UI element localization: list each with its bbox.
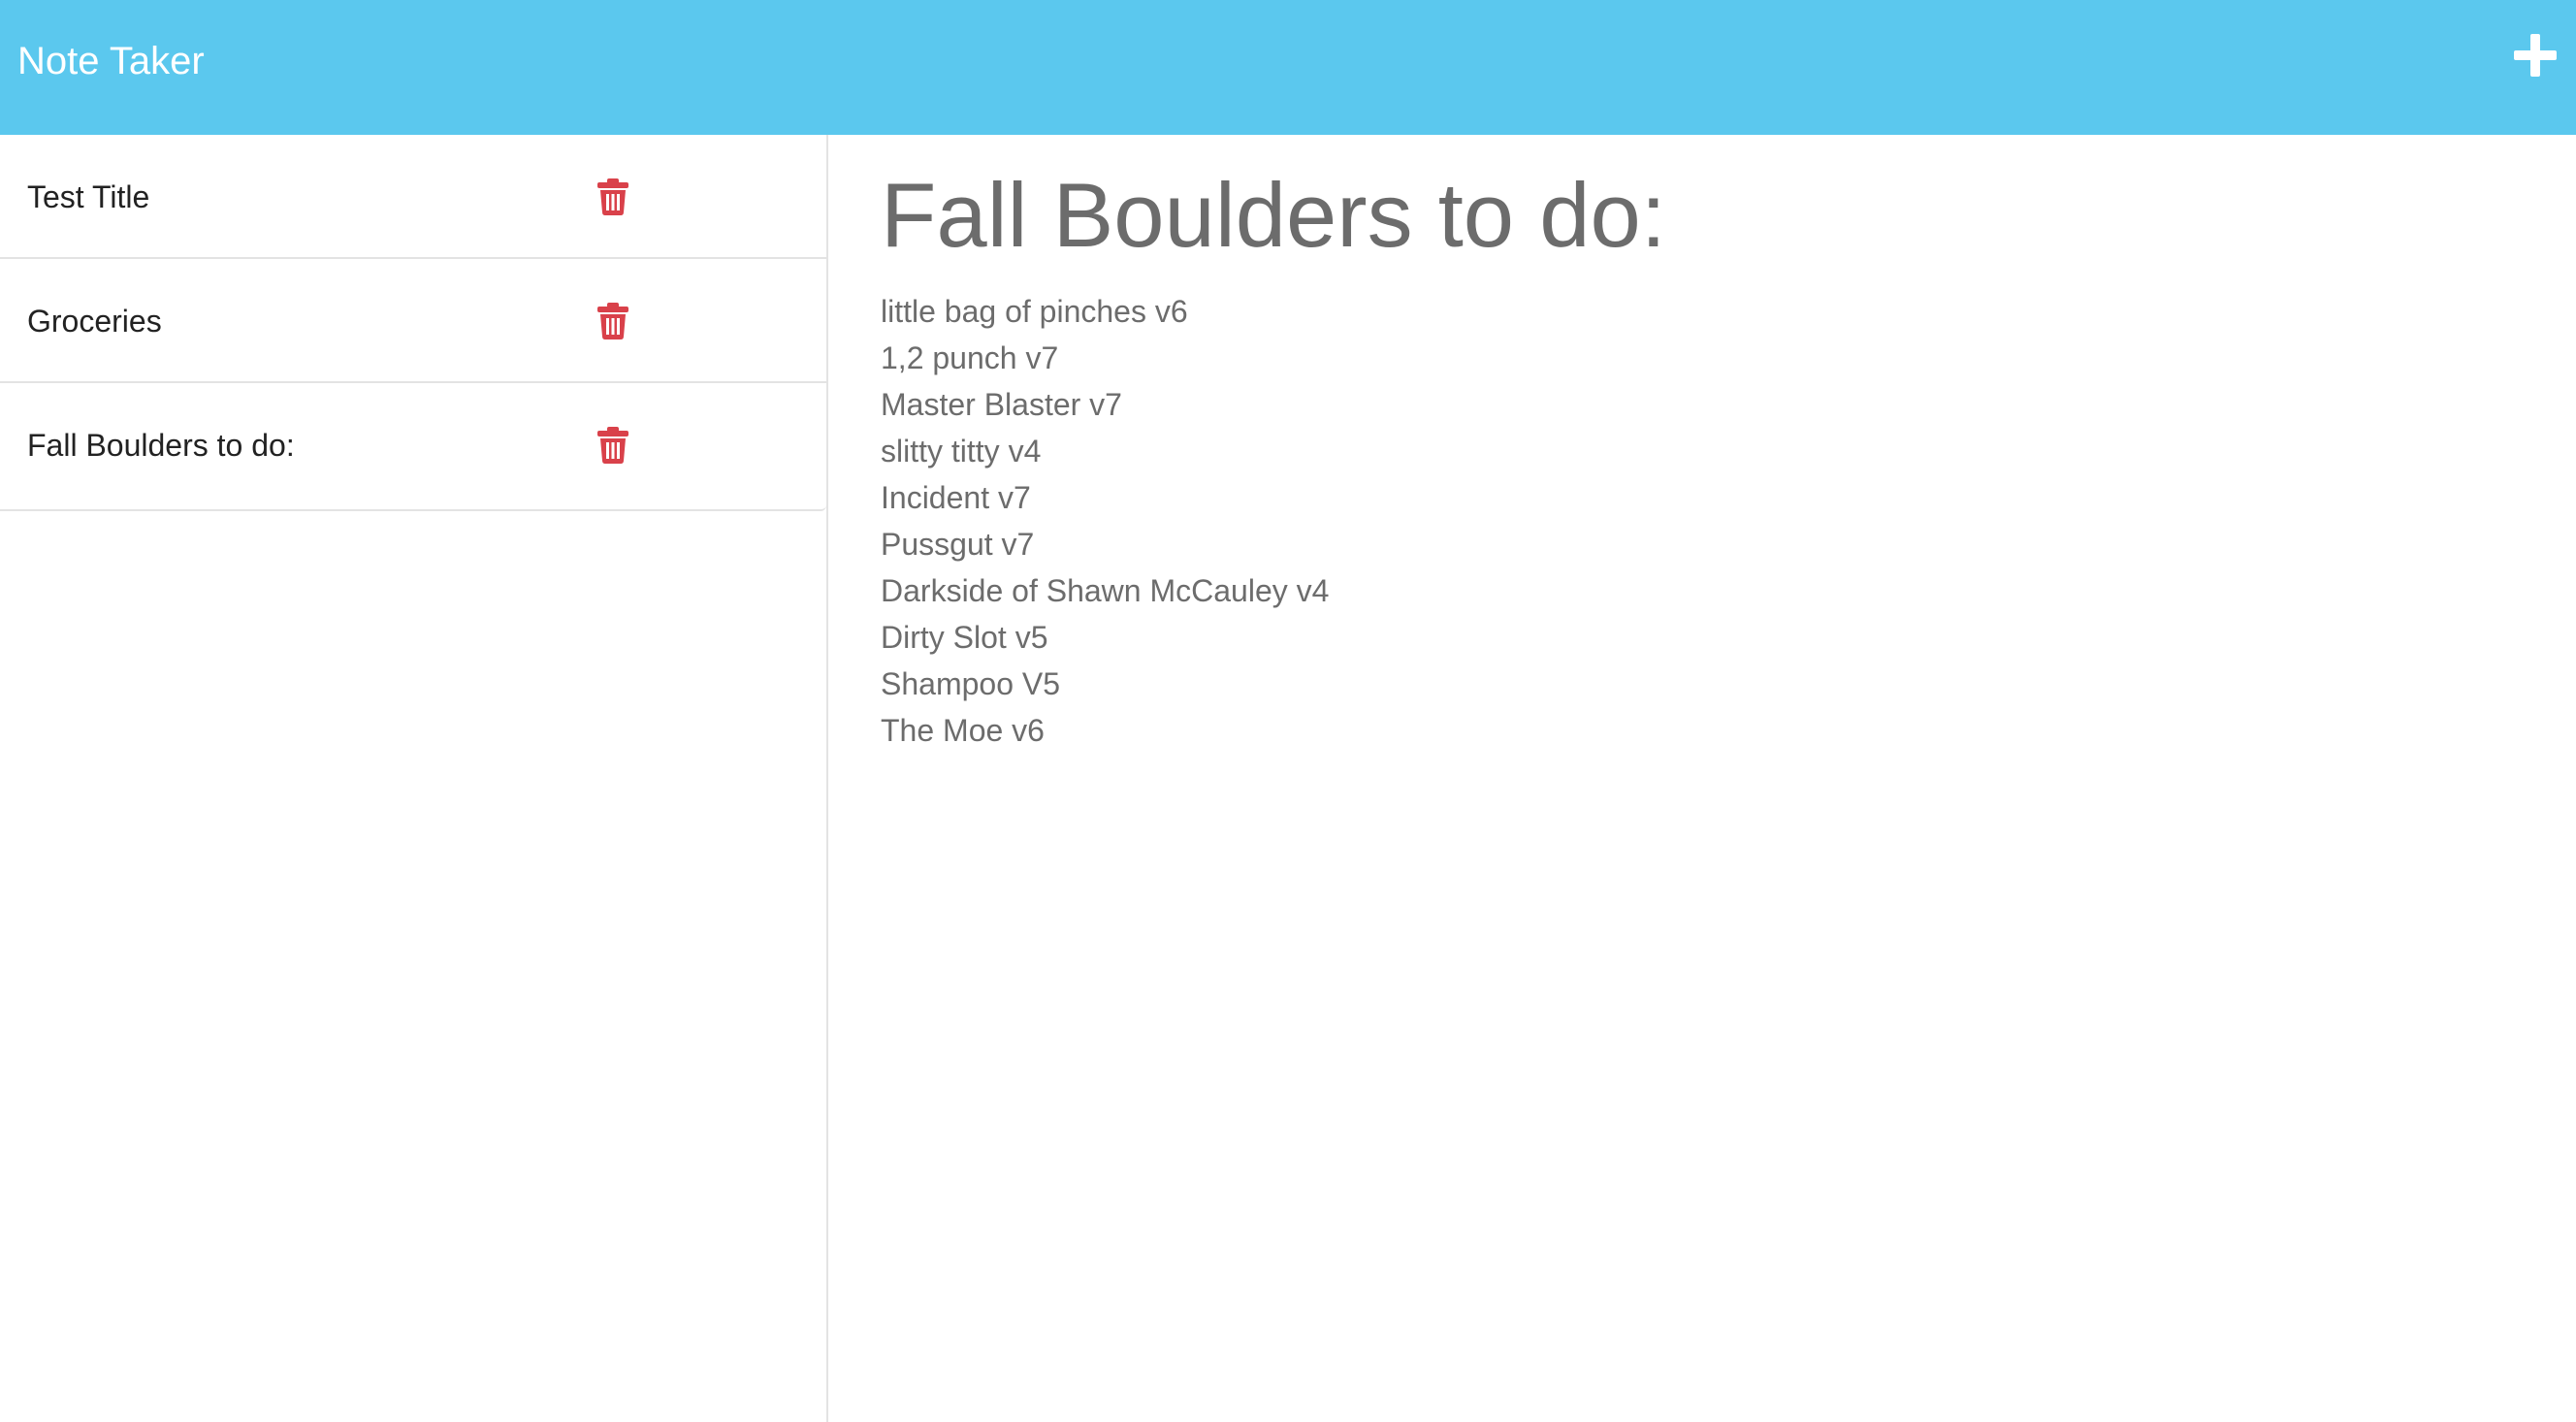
plus-icon	[2510, 30, 2560, 81]
note-list-item[interactable]: Test Title	[0, 135, 826, 259]
app-title[interactable]: Note Taker	[17, 0, 205, 122]
note-text-line: slitty titty v4	[881, 434, 1042, 469]
note-title-field[interactable]: Fall Boulders to do:	[881, 162, 1666, 269]
note-list-item-title: Fall Boulders to do:	[27, 428, 295, 463]
notes-sidebar: Test Title Groceries Fall Boulders to do…	[0, 135, 828, 1422]
note-list-item-active[interactable]: Fall Boulders to do:	[0, 383, 826, 509]
note-text-line: little bag of pinches v6	[881, 294, 1188, 329]
note-text-line: 1,2 punch v7	[881, 340, 1059, 375]
note-list-item-title: Groceries	[27, 304, 162, 339]
navbar: Note Taker	[0, 0, 2576, 135]
trash-icon[interactable]	[597, 427, 628, 464]
note-list: Test Title Groceries Fall Boulders to do…	[0, 135, 826, 511]
note-editor: Fall Boulders to do: little bag of pinch…	[830, 135, 2576, 1422]
note-text-area[interactable]: little bag of pinches v6 1,2 punch v7 Ma…	[881, 288, 1329, 754]
note-list-item-title: Test Title	[27, 179, 150, 214]
note-text-line: Master Blaster v7	[881, 387, 1122, 422]
note-text-line: Dirty Slot v5	[881, 620, 1048, 655]
note-text-line: Incident v7	[881, 480, 1031, 515]
trash-icon[interactable]	[597, 178, 628, 215]
note-text-line: The Moe v6	[881, 713, 1045, 748]
add-note-button[interactable]	[2510, 30, 2560, 81]
note-text-line: Darkside of Shawn McCauley v4	[881, 573, 1330, 608]
note-text-line: Shampoo V5	[881, 666, 1061, 701]
note-text-line: Pussgut v7	[881, 527, 1035, 562]
trash-icon[interactable]	[597, 303, 628, 339]
note-list-item[interactable]: Groceries	[0, 259, 826, 383]
